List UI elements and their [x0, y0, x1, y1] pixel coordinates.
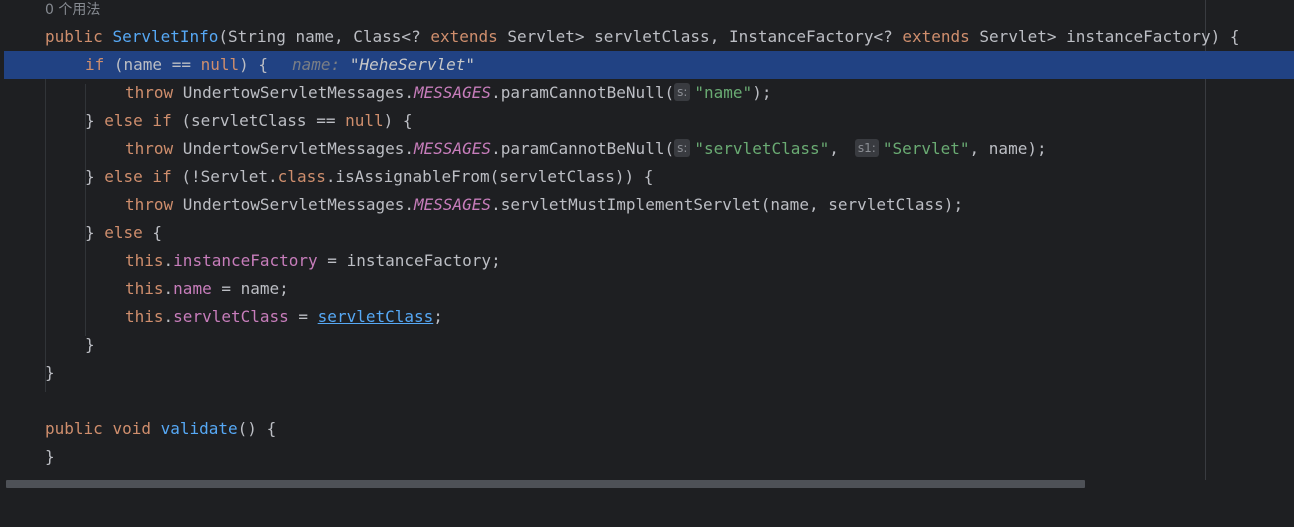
code-token: validate — [160, 419, 238, 438]
code-line[interactable]: throw UndertowServletMessages.MESSAGES.p… — [4, 135, 1294, 163]
code-token: "name" — [694, 83, 753, 102]
code-token: .paramCannotBeNull( — [491, 83, 675, 102]
code-token: } — [85, 223, 105, 242]
code-token: } — [45, 447, 55, 466]
code-token: void — [112, 419, 151, 438]
code-token: ); — [752, 83, 772, 102]
code-token: ServletInfo — [112, 27, 219, 46]
code-token: () { — [237, 419, 277, 438]
code-token: Servlet> instanceFactory) { — [969, 27, 1240, 46]
code-token: public — [45, 27, 103, 46]
code-token: , name); — [969, 139, 1047, 158]
code-token: } — [45, 363, 55, 382]
code-token: . — [163, 251, 174, 270]
code-token: if — [85, 55, 105, 74]
code-line[interactable]: } else { — [4, 219, 1294, 247]
code-token: class — [277, 167, 326, 186]
code-token: .paramCannotBeNull( — [491, 139, 675, 158]
horizontal-scrollbar[interactable] — [0, 480, 1294, 499]
code-token: ; — [433, 307, 443, 326]
code-token: null — [345, 111, 384, 130]
code-token: public — [45, 419, 103, 438]
code-token: throw — [125, 195, 174, 214]
code-line[interactable]: this.instanceFactory = instanceFactory; — [4, 247, 1294, 275]
code-token: = instanceFactory; — [317, 251, 501, 270]
code-token: else if — [104, 111, 172, 130]
code-token: "servletClass" — [694, 139, 830, 158]
code-token: Servlet> servletClass, InstanceFactory<? — [497, 27, 903, 46]
code-line[interactable]: } — [4, 359, 1294, 387]
code-token: ) { — [383, 111, 413, 130]
code-token: "Servlet" — [882, 139, 970, 158]
code-token: extends — [902, 27, 970, 46]
code-line[interactable]: public ServletInfo(String name, Class<? … — [4, 23, 1294, 51]
code-line[interactable]: public void validate() { — [4, 415, 1294, 443]
code-line[interactable]: } — [4, 443, 1294, 471]
parameter-hint: s: — [674, 138, 691, 157]
horizontal-scrollbar-thumb[interactable] — [6, 480, 1085, 488]
code-line[interactable]: } else if (!Servlet.class.isAssignableFr… — [4, 163, 1294, 191]
code-token: .isAssignableFrom(servletClass)) { — [325, 167, 654, 186]
code-token: ) { — [239, 55, 269, 74]
code-line[interactable]: this.servletClass = servletClass; — [4, 303, 1294, 331]
parameter-hint: s1: — [854, 138, 879, 157]
code-token: } — [85, 111, 105, 130]
code-token: .servletMustImplementServlet(name, servl… — [491, 195, 964, 214]
code-token: UndertowServletMessages. — [173, 83, 414, 102]
current-code-line[interactable]: if (name == null) { name: "HeheServlet" — [4, 51, 1294, 79]
code-token: (servletClass == — [171, 111, 346, 130]
code-token: . — [163, 279, 174, 298]
code-token: MESSAGES — [414, 195, 492, 214]
debug-inline-value-label: name: — [292, 55, 350, 74]
code-token: else — [104, 223, 143, 242]
code-line: 0 个用法 — [4, 0, 1294, 24]
code-token: = — [288, 307, 318, 326]
code-token: this — [125, 307, 164, 326]
code-token: (!Servlet. — [171, 167, 278, 186]
code-token: this — [125, 279, 164, 298]
code-token: = name; — [211, 279, 289, 298]
code-token: } — [85, 167, 105, 186]
code-line[interactable]: this.name = name; — [4, 275, 1294, 303]
code-token: extends — [430, 27, 498, 46]
code-token: UndertowServletMessages. — [173, 139, 414, 158]
code-token: MESSAGES — [414, 139, 492, 158]
code-token: , — [829, 139, 839, 158]
code-line[interactable]: throw UndertowServletMessages.MESSAGES.s… — [4, 191, 1294, 219]
code-token: throw — [125, 139, 174, 158]
code-token: else if — [104, 167, 172, 186]
code-line[interactable]: } else if (servletClass == null) { — [4, 107, 1294, 135]
code-token: (name == — [104, 55, 201, 74]
code-token: name — [173, 279, 212, 298]
code-token: throw — [125, 83, 174, 102]
code-line[interactable]: throw UndertowServletMessages.MESSAGES.p… — [4, 79, 1294, 107]
code-token: } — [85, 335, 95, 354]
code-token: . — [163, 307, 174, 326]
code-line[interactable]: } — [4, 331, 1294, 359]
code-token: instanceFactory — [173, 251, 318, 270]
debug-inline-value: "HeheServlet" — [349, 55, 476, 74]
code-token: UndertowServletMessages. — [173, 195, 414, 214]
usages-hint[interactable]: 0 个用法 — [45, 0, 100, 24]
code-token: MESSAGES — [414, 83, 492, 102]
code-token: servletClass — [173, 307, 289, 326]
code-token: (String name, Class<? — [218, 27, 431, 46]
code-reference-link[interactable]: servletClass — [318, 307, 434, 326]
code-editor[interactable]: 0 个用法 public ServletInfo(String name, Cl… — [0, 0, 1294, 480]
parameter-hint: s: — [674, 82, 691, 101]
code-token: { — [142, 223, 163, 242]
code-token: null — [200, 55, 240, 74]
code-token: this — [125, 251, 164, 270]
